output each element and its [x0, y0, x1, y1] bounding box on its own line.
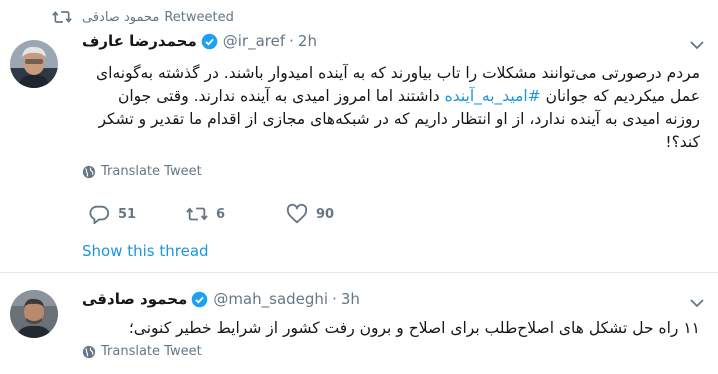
tweet-text: مردم درصورتی می‌توانند مشکلات را تاب بیا…: [82, 62, 700, 154]
display-name[interactable]: محمود صادقی: [82, 290, 187, 308]
translate-tweet-link[interactable]: Translate Tweet: [82, 164, 202, 179]
show-thread-link[interactable]: Show this thread: [82, 242, 209, 260]
verified-badge-icon: [192, 291, 208, 307]
like-button[interactable]: 90: [286, 203, 334, 225]
tweet-header: محمدرضا عارف @ir_aref · 2h: [82, 30, 317, 52]
like-count: 90: [316, 206, 335, 222]
retweeted-label: Retweeted: [164, 9, 234, 25]
retweeter-name[interactable]: محمود صادقی: [82, 10, 159, 25]
avatar[interactable]: [10, 40, 58, 88]
tweet-text: ۱۱ راه حل تشکل های اصلاح‌طلب برای اصلاح …: [128, 319, 700, 337]
handle[interactable]: @ir_aref: [223, 32, 285, 50]
translate-tweet-link[interactable]: Translate Tweet: [82, 344, 202, 359]
avatar[interactable]: [10, 290, 58, 338]
tweet-card[interactable]: محمود صادقی Retweeted محمدرضا عارف @ir_a…: [0, 0, 718, 273]
translate-label[interactable]: Translate Tweet: [101, 344, 202, 359]
verified-badge-icon: [201, 33, 218, 49]
hashtag-link[interactable]: #امید_به_آینده: [445, 87, 541, 105]
tweet-actions: 51 6 90: [82, 203, 422, 227]
timestamp[interactable]: 3h: [341, 290, 360, 308]
separator-dot: ·: [332, 290, 337, 308]
retweet-icon: [52, 11, 72, 23]
timestamp[interactable]: 2h: [298, 32, 317, 50]
globe-icon: [82, 165, 96, 178]
display-name[interactable]: محمدرضا عارف: [82, 32, 197, 50]
reply-icon: [89, 205, 110, 225]
retweet-context: محمود صادقی Retweeted: [52, 7, 234, 27]
handle[interactable]: @mah_sadeghi: [213, 290, 328, 308]
chevron-down-icon[interactable]: [690, 298, 704, 308]
retweet-count: 6: [216, 206, 226, 222]
reply-button[interactable]: 51: [88, 203, 136, 225]
separator-dot: ·: [289, 32, 294, 50]
translate-label[interactable]: Translate Tweet: [101, 164, 202, 179]
heart-icon: [286, 203, 308, 224]
tweet-card[interactable]: محمود صادقی @mah_sadeghi · 3h ۱۱ راه حل …: [0, 273, 718, 374]
reply-count: 51: [118, 206, 137, 222]
retweet-icon: [186, 207, 208, 221]
chevron-down-icon[interactable]: [690, 40, 704, 50]
tweet-header: محمود صادقی @mah_sadeghi · 3h: [82, 288, 360, 310]
globe-icon: [82, 345, 96, 358]
retweet-button[interactable]: 6: [186, 203, 225, 225]
